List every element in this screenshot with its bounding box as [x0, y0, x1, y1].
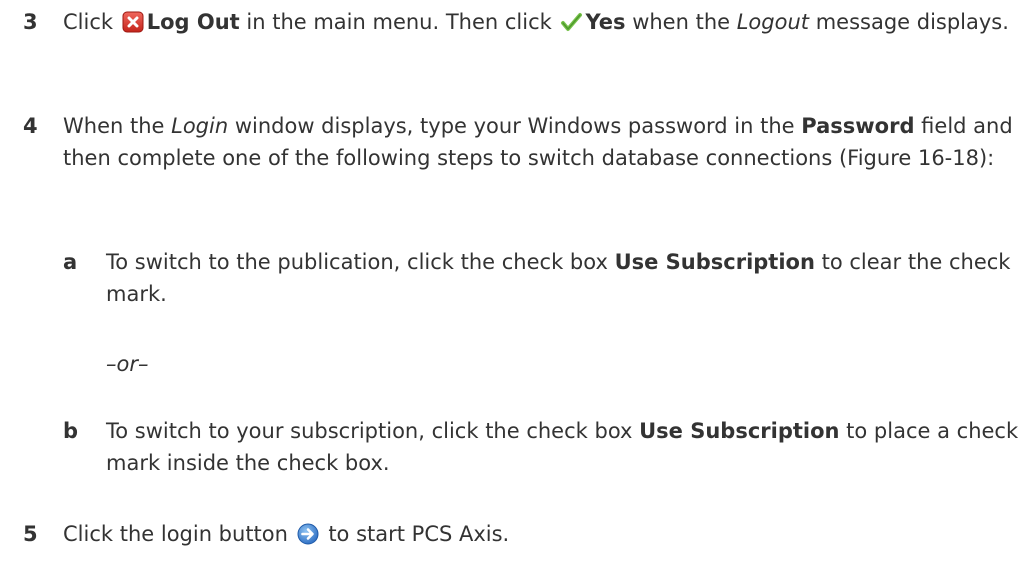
step-text: When the Login window displays, type you…: [63, 110, 1023, 174]
login-italic: Login: [171, 114, 229, 138]
step-text-part: to start PCS Axis.: [321, 522, 510, 546]
step-text-part: When the: [63, 114, 172, 138]
logout-x-icon: [122, 11, 144, 33]
step-text: Click the login button to start PCS Axis…: [63, 518, 1023, 550]
step-text-part: when the: [625, 10, 737, 34]
sub-text-part: To switch to the publication, click the …: [106, 250, 615, 274]
sub-step-letter: b: [63, 419, 79, 443]
or-text: –or–: [106, 352, 149, 376]
use-subscription-label: Use Subscription: [639, 419, 840, 443]
sub-step-letter: a: [63, 250, 78, 274]
login-arrow-icon: [297, 523, 319, 545]
yes-label: Yes: [585, 10, 626, 34]
step-text-part: in the main menu. Then click: [239, 10, 559, 34]
step-text-part: message displays.: [809, 10, 1009, 34]
checkmark-icon: [560, 11, 583, 33]
sub-text-part: To switch to your subscription, click th…: [106, 419, 640, 443]
sub-step-text: To switch to the publication, click the …: [106, 246, 1024, 310]
step-number: 5: [23, 522, 38, 546]
step-text-part: Click the login button: [63, 522, 295, 546]
step-text-part: Click: [63, 10, 120, 34]
logout-italic: Logout: [736, 10, 810, 34]
log-out-label: Log Out: [146, 10, 240, 34]
step-number: 4: [23, 114, 38, 138]
password-label: Password: [801, 114, 915, 138]
use-subscription-label: Use Subscription: [614, 250, 815, 274]
step-number: 3: [23, 10, 38, 34]
step-text-part: window displays, type your Windows passw…: [228, 114, 802, 138]
step-text: Click Log Out in the main menu. Then cli…: [63, 6, 1023, 38]
sub-step-text: To switch to your subscription, click th…: [106, 415, 1024, 479]
